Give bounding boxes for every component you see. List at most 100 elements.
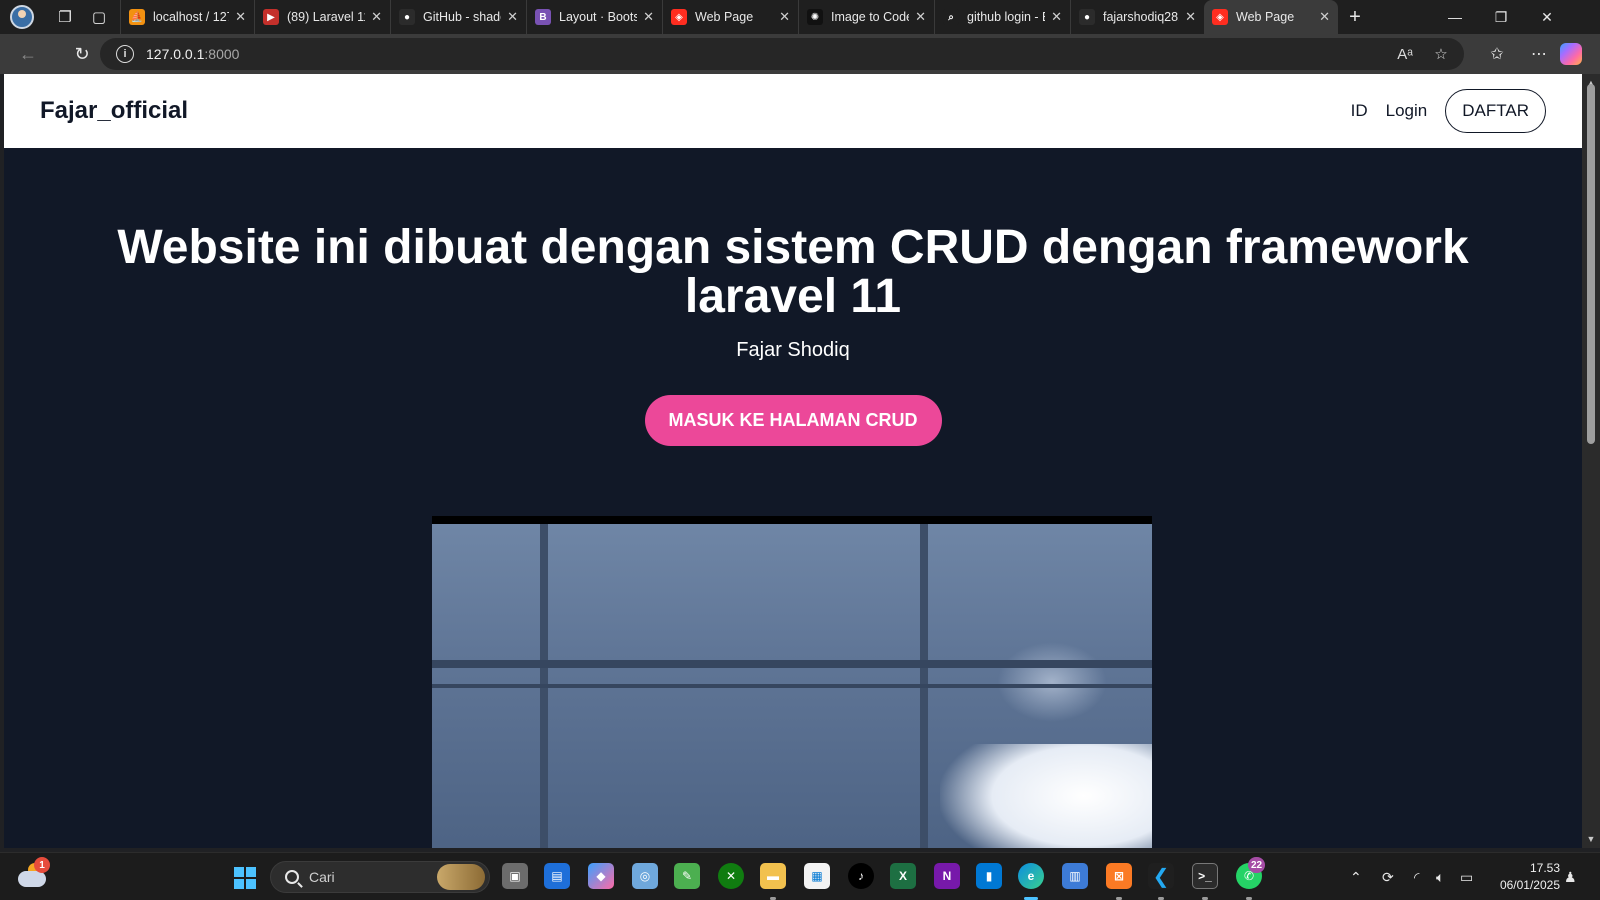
remote-desktop-icon[interactable]: ▥ [1062, 863, 1088, 889]
sync-icon[interactable]: ⟳ [1382, 853, 1394, 900]
minimize-button[interactable]: — [1432, 0, 1478, 34]
url-host: 127.0.0.1 [146, 46, 205, 62]
profile-avatar[interactable] [10, 5, 34, 29]
close-tab-icon[interactable]: ✕ [779, 9, 790, 25]
browser-tab[interactable]: ✺ Image to Code ✕ [798, 0, 934, 34]
copilot-icon[interactable] [1560, 43, 1582, 65]
tab-title: Web Page [1236, 10, 1295, 24]
crud-page-button[interactable]: MASUK KE HALAMAN CRUD [644, 395, 942, 446]
vertical-tabs-icon[interactable]: ▢ [82, 0, 116, 34]
tab-title: github login - B [967, 10, 1046, 24]
widgets-icon[interactable]: ▤ [544, 863, 570, 889]
close-tab-icon[interactable]: ✕ [643, 9, 654, 25]
tab-title: fajarshodiq281 [1103, 10, 1180, 24]
taskbar-search[interactable]: Cari [270, 861, 490, 893]
scroll-thumb[interactable] [1587, 84, 1595, 444]
whatsapp-app-icon[interactable]: ✆ 22 [1236, 857, 1266, 889]
windows-taskbar: 1 Cari ▣ ▤ ◆ ◎ ✎ ✕ ▬ ▦ ♪ X N ▮ e ▥ ⊠ ❮ >… [0, 852, 1600, 900]
close-tab-icon[interactable]: ✕ [915, 9, 926, 25]
browser-tab[interactable]: ◈ Web Page ✕ [662, 0, 798, 34]
start-button-icon[interactable] [234, 867, 256, 889]
show-hidden-icons[interactable]: ⌃ [1350, 853, 1362, 900]
browser-tab[interactable]: ● GitHub - shadc ✕ [390, 0, 526, 34]
register-button[interactable]: DAFTAR [1445, 89, 1546, 133]
tiktok-app-icon[interactable]: ♪ [848, 863, 874, 889]
favorites-icon[interactable]: ✩ [1476, 44, 1518, 64]
notification-bell-icon[interactable]: ♟ [1564, 853, 1577, 900]
settings-app-icon[interactable]: ▮ [976, 863, 1002, 889]
tab-title: Web Page [695, 10, 754, 24]
hero-section: Website ini dibuat dengan sistem CRUD de… [4, 148, 1582, 446]
whatsapp-badge: 22 [1248, 857, 1266, 873]
store-app-icon[interactable]: ▦ [804, 863, 830, 889]
system-clock[interactable]: 17.53 06/01/2025 [1500, 860, 1560, 894]
phpmyadmin-icon: ⛵ [129, 9, 145, 25]
bootstrap-icon: B [535, 9, 551, 25]
browser-tab[interactable]: B Layout · Bootst ✕ [526, 0, 662, 34]
xbox-app-icon[interactable]: ✕ [718, 863, 744, 889]
favorite-star-icon[interactable]: ☆ [1426, 45, 1456, 63]
task-view-icon[interactable]: ▣ [502, 863, 528, 889]
file-explorer-icon[interactable]: ▬ [760, 863, 786, 889]
clock-date: 06/01/2025 [1499, 878, 1560, 892]
browser-tab[interactable]: ◈ Web Page ✕ [1204, 0, 1338, 34]
login-link[interactable]: Login [1386, 101, 1428, 121]
browser-tab-strip: ❐ ▢ ⛵ localhost / 127 ✕ ▶ (89) Laravel 11 ✕ ● G… [0, 0, 1600, 34]
volume-icon[interactable]: 🔈︎ [1436, 853, 1444, 900]
close-tab-icon[interactable]: ✕ [1319, 9, 1330, 25]
read-aloud-icon[interactable]: A͏ᵃ [1390, 46, 1420, 63]
workspaces-icon[interactable]: ❐ [48, 0, 82, 34]
photos-app-icon[interactable]: ◎ [632, 863, 658, 889]
tab-title: localhost / 127 [153, 10, 230, 24]
github-icon: ● [1079, 9, 1095, 25]
copilot-app-icon[interactable]: ◆ [588, 863, 614, 889]
site-navbar: Fajar_official ID Login DAFTAR [4, 74, 1582, 148]
site-info-icon[interactable]: i [116, 45, 134, 63]
hero-author: Fajar Shodiq [736, 339, 850, 361]
search-highlight-icon [437, 864, 485, 890]
search-placeholder: Cari [309, 869, 335, 885]
close-tab-icon[interactable]: ✕ [235, 9, 246, 25]
clock-time: 17.53 [1529, 861, 1560, 875]
search-icon [285, 870, 299, 884]
close-tab-icon[interactable]: ✕ [1051, 9, 1062, 25]
scroll-down-icon[interactable]: ▼ [1586, 834, 1596, 844]
address-bar[interactable]: i 127.0.0.1:8000 A͏ᵃ ☆ [100, 38, 1464, 70]
reload-button[interactable]: ↻ [64, 38, 100, 70]
wifi-icon[interactable]: ◜ [1414, 853, 1419, 900]
onenote-app-icon[interactable]: N [934, 863, 960, 889]
close-window-button[interactable]: ✕ [1524, 0, 1570, 34]
xampp-app-icon[interactable]: ⊠ [1106, 863, 1132, 889]
edge-browser-icon[interactable]: e [1018, 863, 1044, 889]
close-tab-icon[interactable]: ✕ [507, 9, 518, 25]
close-tab-icon[interactable]: ✕ [1185, 9, 1196, 25]
tab-list: ⛵ localhost / 127 ✕ ▶ (89) Laravel 11 ✕ ● GitHu… [120, 0, 1338, 34]
brand-logo[interactable]: Fajar_official [40, 97, 188, 125]
browser-tab[interactable]: ⌕ github login - B ✕ [934, 0, 1070, 34]
hero-photo [432, 516, 1152, 848]
hero-title: Website ini dibuat dengan sistem CRUD de… [117, 221, 1469, 323]
tab-title: (89) Laravel 11 [287, 10, 366, 24]
tab-title: Image to Code [831, 10, 910, 24]
language-link[interactable]: ID [1351, 101, 1368, 121]
browser-tab[interactable]: ▶ (89) Laravel 11 ✕ [254, 0, 390, 34]
notepad-app-icon[interactable]: ✎ [674, 863, 700, 889]
excel-app-icon[interactable]: X [890, 863, 916, 889]
terminal-app-icon[interactable]: >_ [1192, 863, 1218, 889]
bing-search-icon: ⌕ [943, 9, 959, 25]
battery-icon[interactable]: ▭ [1460, 853, 1473, 900]
restore-button[interactable]: ❐ [1478, 0, 1524, 34]
laravel-icon: ◈ [671, 9, 687, 25]
browser-tab[interactable]: ● fajarshodiq281 ✕ [1070, 0, 1204, 34]
browser-tab[interactable]: ⛵ localhost / 127 ✕ [120, 0, 254, 34]
weather-badge: 1 [34, 857, 50, 873]
back-button[interactable]: ← [10, 38, 46, 70]
weather-widget-icon[interactable]: 1 [18, 857, 50, 889]
new-tab-button[interactable]: + [1338, 0, 1372, 34]
tab-title: Layout · Bootst [559, 10, 638, 24]
github-icon: ● [399, 9, 415, 25]
vscode-app-icon[interactable]: ❮ [1148, 863, 1174, 889]
close-tab-icon[interactable]: ✕ [371, 9, 382, 25]
page-scrollbar[interactable]: ▲ ▼ [1582, 74, 1600, 848]
more-menu-icon[interactable]: ⋯ [1518, 44, 1560, 64]
